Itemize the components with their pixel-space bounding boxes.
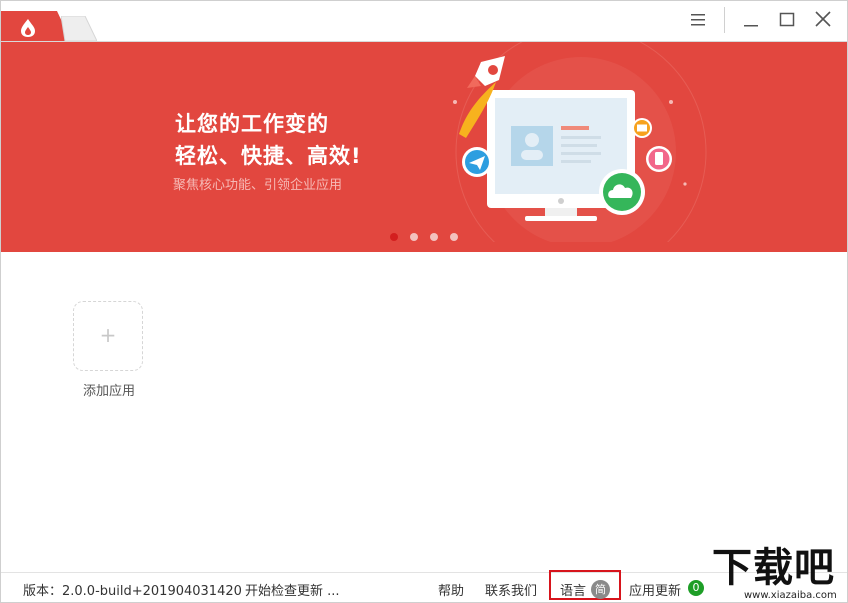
title-bar [1,1,847,42]
menu-icon[interactable] [684,7,712,33]
phone-icon [646,146,672,172]
language-badge[interactable]: 简 [591,580,610,599]
app-window: 让您的工作变的 轻松、快捷、高效! 聚焦核心功能、引领企业应用 [0,0,848,603]
add-app-button[interactable]: + [73,301,143,371]
watermark: 下载吧 www.xiazaiba.com [712,545,848,603]
banner-illustration [421,42,711,242]
carousel-dot-4[interactable] [450,233,458,241]
update-count-badge: 0 [688,580,704,596]
paper-plane-icon [462,147,492,177]
banner-subtitle: 聚焦核心功能、引领企业应用 [173,174,342,193]
carousel-dot-3[interactable] [430,233,438,241]
banner-headline-line1: 让您的工作变的 [175,108,362,140]
titlebar-separator [724,7,725,33]
language-highlight [549,570,621,600]
add-app-label: 添加应用 [61,380,157,399]
banner-headline: 让您的工作变的 轻松、快捷、高效! [175,108,362,172]
promo-banner[interactable]: 让您的工作变的 轻松、快捷、高效! 聚焦核心功能、引领企业应用 [1,42,847,252]
watermark-logo: 下载吧 [712,545,835,591]
close-icon[interactable] [809,7,837,33]
maximize-icon[interactable] [773,7,801,33]
contact-link[interactable]: 联系我们 [485,580,537,599]
app-update-button[interactable]: 应用更新 [629,580,681,599]
carousel-dot-2[interactable] [410,233,418,241]
mail-icon [632,118,652,138]
minimize-icon[interactable] [737,7,765,33]
version-label: 版本：2.0.0-build+201904031420 [23,580,242,599]
cloud-icon [599,169,645,215]
plus-icon: + [74,302,142,370]
banner-headline-line2: 轻松、快捷、高效! [175,140,362,172]
check-update-status: 开始检查更新 ... [245,580,340,599]
tab-blank[interactable] [61,16,97,41]
watermark-url: www.xiazaiba.com [742,590,839,601]
carousel-dot-1[interactable] [390,233,398,241]
help-link[interactable]: 帮助 [438,580,464,599]
